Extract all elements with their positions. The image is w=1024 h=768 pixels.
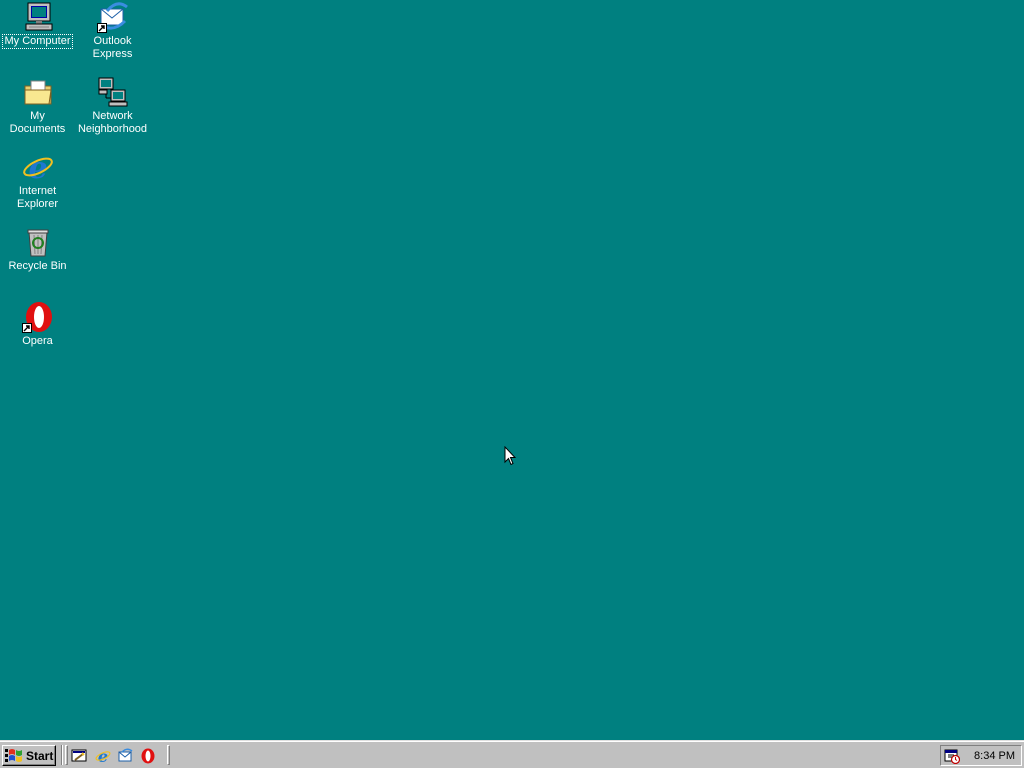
- desktop[interactable]: My Computer Outlook Express My Documents…: [0, 0, 1024, 740]
- recycle-bin-icon: [22, 226, 54, 258]
- desktop-icon-label: My Documents: [9, 110, 66, 135]
- desktop-icon-opera[interactable]: Opera: [0, 300, 75, 372]
- taskbar-grip[interactable]: [167, 745, 170, 765]
- desktop-icon-label: Outlook Express: [92, 35, 133, 60]
- system-tray: 8:34 PM: [940, 745, 1022, 766]
- taskbar: Start e 8:34 PM: [0, 740, 1024, 768]
- desktop-icon-recycle-bin[interactable]: Recycle Bin: [0, 225, 75, 297]
- quick-launch-grip[interactable]: [65, 745, 68, 765]
- desktop-icon-my-documents[interactable]: My Documents: [0, 75, 75, 147]
- start-label: Start: [26, 748, 54, 763]
- network-icon: [97, 76, 129, 108]
- quick-launch-show-desktop[interactable]: [70, 747, 88, 765]
- desktop-icon-my-computer[interactable]: My Computer: [0, 0, 75, 72]
- opera-icon: [21, 301, 54, 333]
- outlook-express-icon: [118, 748, 133, 762]
- quick-launch-internet-explorer[interactable]: e: [94, 747, 112, 765]
- folder-icon: [22, 76, 54, 108]
- mouse-cursor-icon: [504, 445, 517, 466]
- desktop-icon-label: Opera: [22, 335, 53, 347]
- svg-text:e: e: [28, 151, 47, 183]
- desktop-icon-label: Recycle Bin: [8, 260, 67, 272]
- desktop-icon-label: Internet Explorer: [17, 185, 58, 210]
- svg-text:e: e: [98, 748, 108, 764]
- shortcut-arrow-icon: [21, 323, 32, 333]
- opera-icon: [141, 748, 155, 764]
- clock[interactable]: 8:34 PM: [974, 750, 1015, 762]
- desktop-icon-outlook-express[interactable]: Outlook Express: [75, 0, 150, 72]
- computer-icon: [22, 1, 54, 33]
- internet-explorer-icon: e: [22, 151, 54, 186]
- taskbar-separator: [61, 745, 63, 765]
- desktop-icon-label: Network Neighborhood: [77, 110, 148, 135]
- quick-launch-opera[interactable]: [139, 747, 157, 765]
- scheduled-tasks-icon[interactable]: [944, 748, 960, 764]
- desktop-icon-internet-explorer[interactable]: e Internet Explorer: [0, 150, 75, 222]
- quick-launch-outlook-express[interactable]: [116, 747, 134, 765]
- show-desktop-icon: [71, 749, 87, 762]
- start-button[interactable]: Start: [2, 745, 56, 766]
- shortcut-arrow-icon: [96, 23, 107, 33]
- outlook-express-icon: [96, 1, 129, 33]
- internet-explorer-icon: e: [95, 748, 111, 764]
- desktop-icon-network-neighborhood[interactable]: Network Neighborhood: [75, 75, 150, 147]
- desktop-icon-label: My Computer: [2, 34, 73, 49]
- windows-logo-icon: [5, 748, 22, 762]
